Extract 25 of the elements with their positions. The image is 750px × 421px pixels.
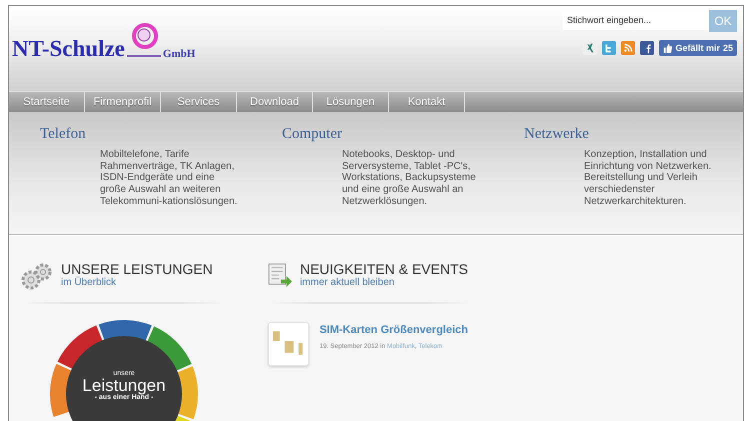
sim-card-thumbnail[interactable]: [268, 322, 310, 366]
facebook-icon[interactable]: [640, 41, 654, 55]
twitter-icon[interactable]: [602, 41, 616, 55]
category-heading[interactable]: Netzwerke: [524, 126, 735, 143]
category-heading[interactable]: Telefon: [40, 126, 251, 143]
ok-button[interactable]: OK: [709, 10, 737, 32]
thumbs-up-icon: [663, 44, 672, 52]
category-description: Mobiltelefone, Tarife Rahmenverträge, TK Anlagen, ISDN-Endgeräte und eine große Auswahl an weiteren Telekommuni-kationslösungen.: [100, 149, 238, 208]
section-subtitle[interactable]: immer aktuell bleiben: [300, 277, 468, 288]
section-subtitle[interactable]: im Überblick: [61, 277, 213, 288]
wheel-title: Leistungen: [82, 377, 166, 394]
category-heading[interactable]: Computer: [282, 126, 493, 143]
logo-icon: [124, 20, 161, 60]
like-button[interactable]: Gefällt mir 25: [659, 40, 737, 56]
logo-suffix: GmbH: [162, 48, 196, 60]
section-heading: UNSERE LEISTUNGEN: [61, 262, 213, 277]
rss-icon[interactable]: [621, 41, 636, 55]
xing-icon[interactable]: [583, 41, 598, 55]
category-description: Konzeption, Installation und Einrichtung von Netzwerken. Bereitstellung und Verleih verschiedenster Netzwerkarchitekturen.: [584, 149, 712, 208]
post-title[interactable]: SIM-Karten Größenvergleich: [319, 324, 468, 336]
gears-icon: [21, 262, 53, 290]
search-field[interactable]: Stichwort eingeben...: [563, 10, 709, 30]
category-description: Notebooks, Desktop- und Serversysteme, Tablet -PC's, Workstations, Backupsysteme und eine große Auswahl an Netzwerklösungen.: [342, 149, 477, 208]
section-heading: NEUIGKEITEN & EVENTS: [300, 262, 468, 277]
logo-text: NT-Schulze: [12, 37, 125, 60]
